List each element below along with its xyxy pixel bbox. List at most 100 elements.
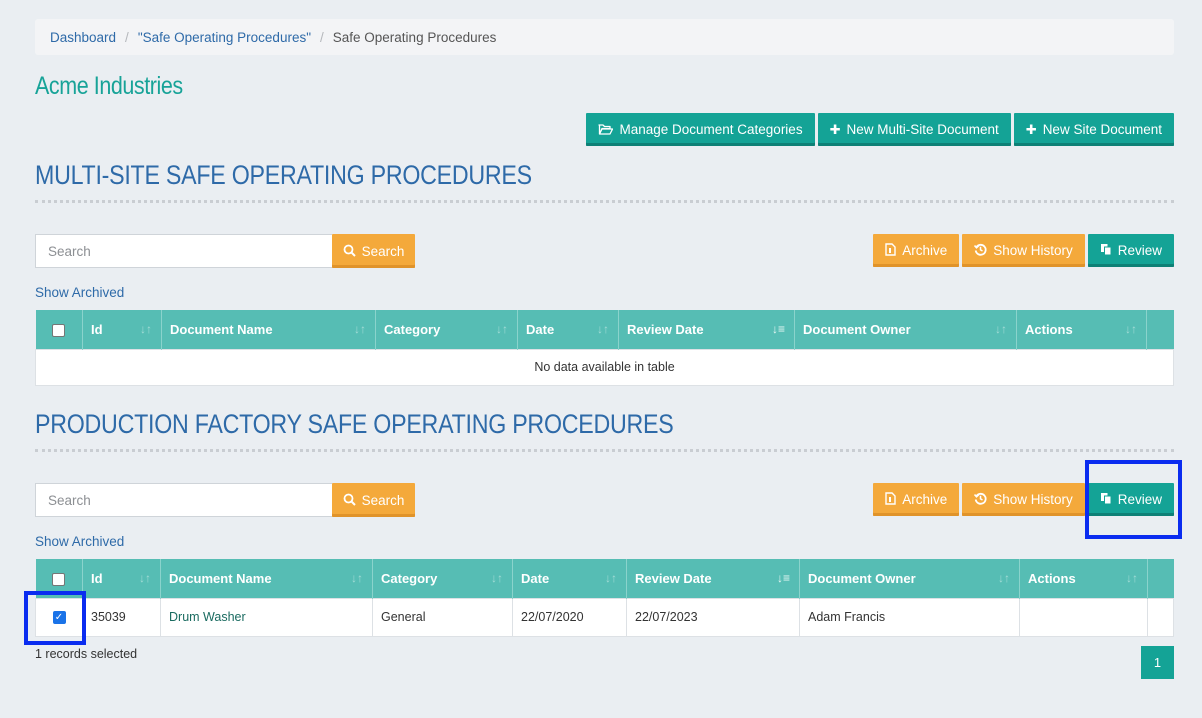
sort-icon: ↓↑ — [351, 571, 363, 585]
multi-site-review-button[interactable]: Review — [1087, 234, 1174, 267]
archive-file-icon — [885, 243, 896, 258]
show-history-button-label: Show History — [993, 243, 1073, 258]
multi-site-table: Id ↓↑ Document Name ↓↑ Category ↓↑ Date ↓↑ R… — [35, 310, 1174, 386]
column-header-id[interactable]: Id ↓↑ — [82, 559, 161, 598]
sort-icon: ↓↑ — [139, 571, 151, 585]
document-name-link[interactable]: Drum Washer — [169, 610, 246, 624]
new-site-document-button[interactable]: ✚ New Site Document — [1013, 113, 1174, 146]
production-review-button[interactable]: Review — [1087, 483, 1174, 516]
column-header-date[interactable]: Date ↓↑ — [517, 310, 619, 349]
history-icon — [974, 492, 987, 507]
production-archive-button[interactable]: Archive — [873, 483, 960, 516]
multi-site-search-group: Search — [35, 234, 415, 268]
manage-document-categories-label: Manage Document Categories — [619, 122, 803, 137]
column-header-category[interactable]: Category ↓↑ — [375, 310, 518, 349]
copy-icon — [1100, 492, 1112, 507]
empty-table-message: No data available in table — [35, 348, 1174, 386]
breadcrumb-current: Safe Operating Procedures — [332, 29, 497, 45]
cell-date: 22/07/2020 — [512, 597, 627, 637]
breadcrumb: Dashboard / "Safe Operating Procedures" … — [35, 19, 1174, 55]
review-button-label: Review — [1117, 492, 1162, 507]
cell-document-owner: Adam Francis — [799, 597, 1020, 637]
sort-icon: ↓↑ — [1125, 322, 1137, 336]
table-row: No data available in table — [35, 348, 1174, 386]
manage-document-categories-button[interactable]: Manage Document Categories — [586, 113, 815, 146]
search-icon — [343, 244, 356, 259]
search-button-label: Search — [361, 492, 405, 508]
sort-icon: ↓↑ — [140, 322, 152, 336]
multi-site-search-button[interactable]: Search — [332, 234, 415, 268]
archive-button-label: Archive — [902, 492, 948, 507]
section-divider — [35, 200, 1174, 203]
column-header-review-date[interactable]: Review Date ↓≡ — [618, 310, 795, 349]
row-select-cell: ✓ — [35, 597, 83, 637]
table-header-row: Id ↓↑ Document Name ↓↑ Category ↓↑ Date ↓↑ R… — [35, 559, 1174, 598]
top-actions: Manage Document Categories ✚ New Multi-S… — [586, 113, 1174, 146]
cell-extra — [1147, 597, 1174, 637]
column-header-extra — [1147, 559, 1174, 598]
column-header-document-name[interactable]: Document Name ↓↑ — [160, 559, 373, 598]
sort-icon: ↓↑ — [995, 322, 1007, 336]
sort-icon: ↓↑ — [491, 571, 503, 585]
column-header-extra — [1146, 310, 1174, 349]
sort-ascending-icon: ↓≡ — [776, 571, 790, 585]
column-header-review-date[interactable]: Review Date ↓≡ — [626, 559, 800, 598]
sort-icon: ↓↑ — [597, 322, 609, 336]
cell-id: 35039 — [82, 597, 161, 637]
production-search-group: Search — [35, 483, 415, 517]
row-select-checkbox[interactable]: ✓ — [52, 611, 66, 625]
sort-icon: ↓↑ — [1126, 571, 1138, 585]
production-search-input[interactable] — [35, 483, 332, 517]
column-header-date[interactable]: Date ↓↑ — [512, 559, 627, 598]
multi-site-show-archived-link[interactable]: Show Archived — [35, 285, 124, 300]
archive-button-label: Archive — [902, 243, 948, 258]
production-search-button[interactable]: Search — [332, 483, 415, 517]
search-button-label: Search — [361, 243, 405, 259]
production-table: Id ↓↑ Document Name ↓↑ Category ↓↑ Date ↓↑ R… — [35, 559, 1174, 637]
production-toolbar: Archive Show History Review — [873, 483, 1174, 516]
cell-actions — [1019, 597, 1148, 637]
multi-site-show-history-button[interactable]: Show History — [962, 234, 1085, 267]
new-site-document-label: New Site Document — [1042, 122, 1162, 137]
sort-icon: ↓↑ — [354, 322, 366, 336]
records-selected-info: 1 records selected — [35, 647, 138, 661]
cell-document-name: Drum Washer — [160, 597, 373, 637]
sort-icon: ↓↑ — [605, 571, 617, 585]
breadcrumb-separator: / — [125, 29, 129, 45]
breadcrumb-dashboard[interactable]: Dashboard — [50, 30, 116, 45]
column-header-document-owner[interactable]: Document Owner ↓↑ — [794, 310, 1017, 349]
plus-icon: ✚ — [1025, 122, 1037, 137]
column-header-actions[interactable]: Actions ↓↑ — [1016, 310, 1147, 349]
new-multi-site-document-button[interactable]: ✚ New Multi-Site Document — [817, 113, 1011, 146]
select-all-header — [35, 559, 83, 598]
search-icon — [343, 493, 356, 508]
history-icon — [974, 243, 987, 258]
column-header-id[interactable]: Id ↓↑ — [82, 310, 162, 349]
column-header-document-name[interactable]: Document Name ↓↑ — [161, 310, 376, 349]
cell-review-date: 22/07/2023 — [626, 597, 800, 637]
production-show-archived-link[interactable]: Show Archived — [35, 534, 124, 549]
multi-site-search-input[interactable] — [35, 234, 332, 268]
column-header-actions[interactable]: Actions ↓↑ — [1019, 559, 1148, 598]
table-row[interactable]: ✓ 35039 Drum Washer General 22/07/2020 2… — [35, 597, 1174, 637]
select-all-checkbox[interactable] — [52, 572, 66, 586]
select-all-checkbox[interactable] — [52, 323, 66, 337]
select-all-header — [35, 310, 83, 349]
column-header-document-owner[interactable]: Document Owner ↓↑ — [799, 559, 1020, 598]
sort-icon: ↓↑ — [496, 322, 508, 336]
table-header-row: Id ↓↑ Document Name ↓↑ Category ↓↑ Date ↓↑ R… — [35, 310, 1174, 349]
breadcrumb-sop-category[interactable]: "Safe Operating Procedures" — [138, 30, 311, 45]
production-show-history-button[interactable]: Show History — [962, 483, 1085, 516]
cell-category: General — [372, 597, 513, 637]
pagination-page-1[interactable]: 1 — [1141, 646, 1174, 679]
multi-site-toolbar: Archive Show History Review — [873, 234, 1174, 267]
section-divider — [35, 449, 1174, 452]
plus-icon: ✚ — [829, 122, 841, 137]
multi-site-archive-button[interactable]: Archive — [873, 234, 960, 267]
folder-open-icon — [598, 123, 614, 137]
column-header-category[interactable]: Category ↓↑ — [372, 559, 513, 598]
breadcrumb-separator: / — [320, 29, 324, 45]
archive-file-icon — [885, 492, 896, 507]
sort-ascending-icon: ↓≡ — [771, 322, 785, 336]
company-name: Acme Industries — [35, 72, 183, 100]
